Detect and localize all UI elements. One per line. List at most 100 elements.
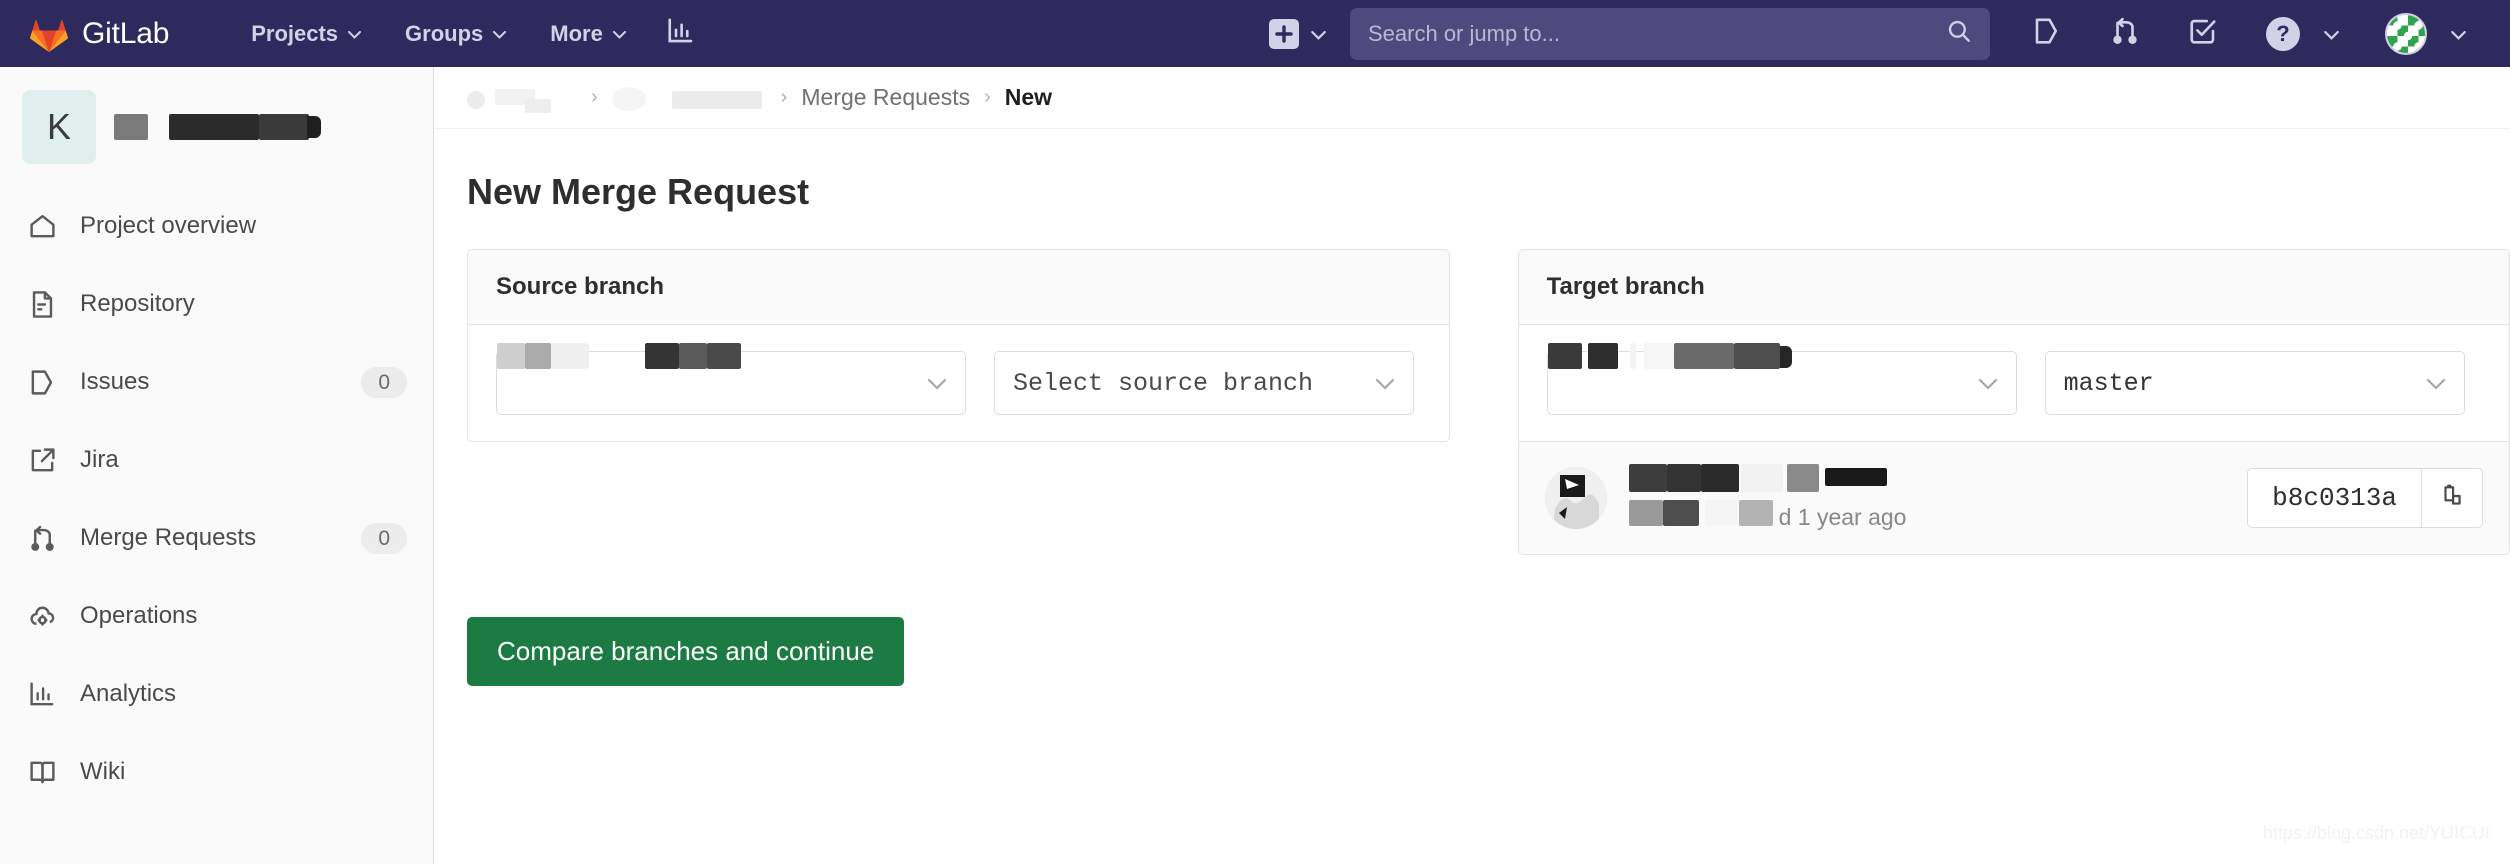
project-sidebar: K Project overview Repository Issues 0 J… <box>0 67 434 864</box>
target-branch-panel: Target branch master d 1 year ago b8c031… <box>1517 249 2510 555</box>
sidebar-item-label: Project overview <box>80 212 257 239</box>
target-branch-value: master <box>2063 368 2154 398</box>
nav-merge-requests-button[interactable] <box>2086 16 2164 51</box>
sidebar-item-analytics[interactable]: Analytics <box>0 655 433 733</box>
nav-right-icons: ? <box>2008 12 2510 55</box>
copy-sha-button[interactable] <box>2421 468 2483 528</box>
chevron-down-icon <box>612 30 626 39</box>
merge-request-icon <box>2110 16 2140 51</box>
sidebar-item-wiki[interactable]: Wiki <box>0 733 433 811</box>
compare-branches-button[interactable]: Compare branches and continue <box>467 617 905 686</box>
nav-links-group: Projects Groups More <box>229 0 714 67</box>
gitlab-home-link[interactable]: GitLab <box>30 16 169 52</box>
nav-projects-label: Projects <box>251 21 339 46</box>
new-item-menu[interactable] <box>1255 18 1338 49</box>
source-branch-heading: Source branch <box>468 250 1449 325</box>
chevron-down-icon <box>1375 369 1395 398</box>
nav-analytics-button[interactable] <box>648 0 714 67</box>
commit-authored-time: d 1 year ago <box>1778 504 1907 530</box>
issues-icon <box>26 366 58 398</box>
issues-icon <box>2032 16 2062 51</box>
source-branch-panel: Source branch Select source branch <box>467 249 1450 442</box>
page-title: New Merge Request <box>467 171 810 212</box>
sidebar-item-operations[interactable]: Operations <box>0 577 433 655</box>
bar-chart-icon <box>666 16 696 51</box>
main-content: › › Merge Requests › New New Merge Reque… <box>435 67 2510 864</box>
commit-meta: d 1 year ago <box>1628 500 2226 534</box>
cloud-gear-icon <box>26 600 58 632</box>
project-avatar: K <box>22 90 96 164</box>
sidebar-item-label: Issues <box>80 368 150 395</box>
source-branch-dropdown[interactable]: Select source branch <box>994 351 1414 415</box>
source-branch-value: Select source branch <box>1013 368 1314 398</box>
nav-projects-menu[interactable]: Projects <box>229 0 383 67</box>
external-link-icon <box>26 444 58 476</box>
target-project-dropdown[interactable] <box>1546 343 2017 415</box>
breadcrumb-item-merge-requests[interactable]: Merge Requests <box>801 84 970 111</box>
sidebar-item-jira[interactable]: Jira <box>0 421 433 499</box>
chevron-down-icon <box>2426 369 2446 398</box>
breadcrumb-separator: › <box>591 86 598 108</box>
todos-check-icon <box>2188 16 2218 51</box>
sidebar-item-project-overview[interactable]: Project overview <box>0 187 433 265</box>
sidebar-item-label: Repository <box>80 290 195 317</box>
chevron-down-icon <box>2324 30 2339 40</box>
avatar <box>2385 12 2427 55</box>
nav-user-menu[interactable] <box>2361 12 2488 55</box>
source-branch-body: Select source branch <box>468 325 1449 441</box>
book-icon <box>26 756 58 788</box>
sidebar-item-issues[interactable]: Issues 0 <box>0 343 433 421</box>
search-input[interactable]: Search or jump to... <box>1350 7 1990 60</box>
brand-title: GitLab <box>82 16 170 50</box>
nav-help-menu[interactable]: ? <box>2242 16 2361 51</box>
nav-groups-menu[interactable]: Groups <box>383 0 528 67</box>
breadcrumb-item-redacted-2[interactable] <box>611 85 767 111</box>
nav-groups-label: Groups <box>405 21 484 46</box>
nav-todos-button[interactable] <box>2164 16 2242 51</box>
home-icon <box>26 210 58 242</box>
target-branch-heading: Target branch <box>1518 250 2509 325</box>
commit-sha-group: b8c0313a <box>2247 468 2483 528</box>
sidebar-item-label: Analytics <box>80 680 177 707</box>
nav-more-label: More <box>550 21 603 46</box>
sidebar-item-label: Wiki <box>80 758 126 785</box>
commit-sha: b8c0313a <box>2247 468 2421 528</box>
breadcrumb-item-redacted-1[interactable] <box>467 85 577 113</box>
chevron-down-icon <box>1978 369 1998 398</box>
breadcrumb: › › Merge Requests › New <box>435 67 2510 129</box>
source-project-dropdown[interactable] <box>496 343 966 415</box>
chevron-down-icon <box>1311 30 1326 40</box>
sidebar-project-header[interactable]: K <box>0 67 433 187</box>
sidebar-item-label: Jira <box>80 446 119 473</box>
sidebar-item-badge: 0 <box>361 366 407 398</box>
gitlab-logo-icon <box>30 16 68 52</box>
branch-panels: Source branch Select source branch Targe… <box>435 213 2510 555</box>
sidebar-item-repository[interactable]: Repository <box>0 265 433 343</box>
document-icon <box>26 288 58 320</box>
search-icon <box>1946 18 1972 49</box>
chevron-down-icon <box>927 369 947 398</box>
breadcrumb-separator: › <box>984 86 991 108</box>
chevron-down-icon <box>493 30 507 39</box>
nav-issues-button[interactable] <box>2008 16 2086 51</box>
watermark-text: https://blog.csdn.net/YUICUI <box>2262 823 2490 843</box>
commit-message-redacted <box>1628 464 2226 496</box>
sidebar-item-merge-requests[interactable]: Merge Requests 0 <box>0 499 433 577</box>
chevron-down-icon <box>348 30 362 39</box>
bar-chart-icon <box>26 678 58 710</box>
sidebar-item-label: Merge Requests <box>80 524 257 551</box>
plus-square-icon <box>1269 18 1299 49</box>
commit-info: d 1 year ago <box>1628 464 2226 534</box>
search-placeholder: Search or jump to... <box>1368 20 1560 46</box>
project-name-redacted <box>114 112 433 142</box>
top-navigation-bar: GitLab Projects Groups More Search or ju… <box>0 0 2510 67</box>
target-branch-dropdown[interactable]: master <box>2044 351 2465 415</box>
target-branch-body: master <box>1519 325 2509 441</box>
breadcrumb-separator: › <box>780 86 788 108</box>
chevron-down-icon <box>2451 30 2466 40</box>
commit-author-avatar <box>1544 467 1607 529</box>
nav-more-menu[interactable]: More <box>528 0 648 67</box>
breadcrumb-item-new: New <box>1004 84 1053 110</box>
target-branch-commit-row: d 1 year ago b8c0313a <box>1518 441 2509 554</box>
help-question-icon: ? <box>2266 16 2300 51</box>
